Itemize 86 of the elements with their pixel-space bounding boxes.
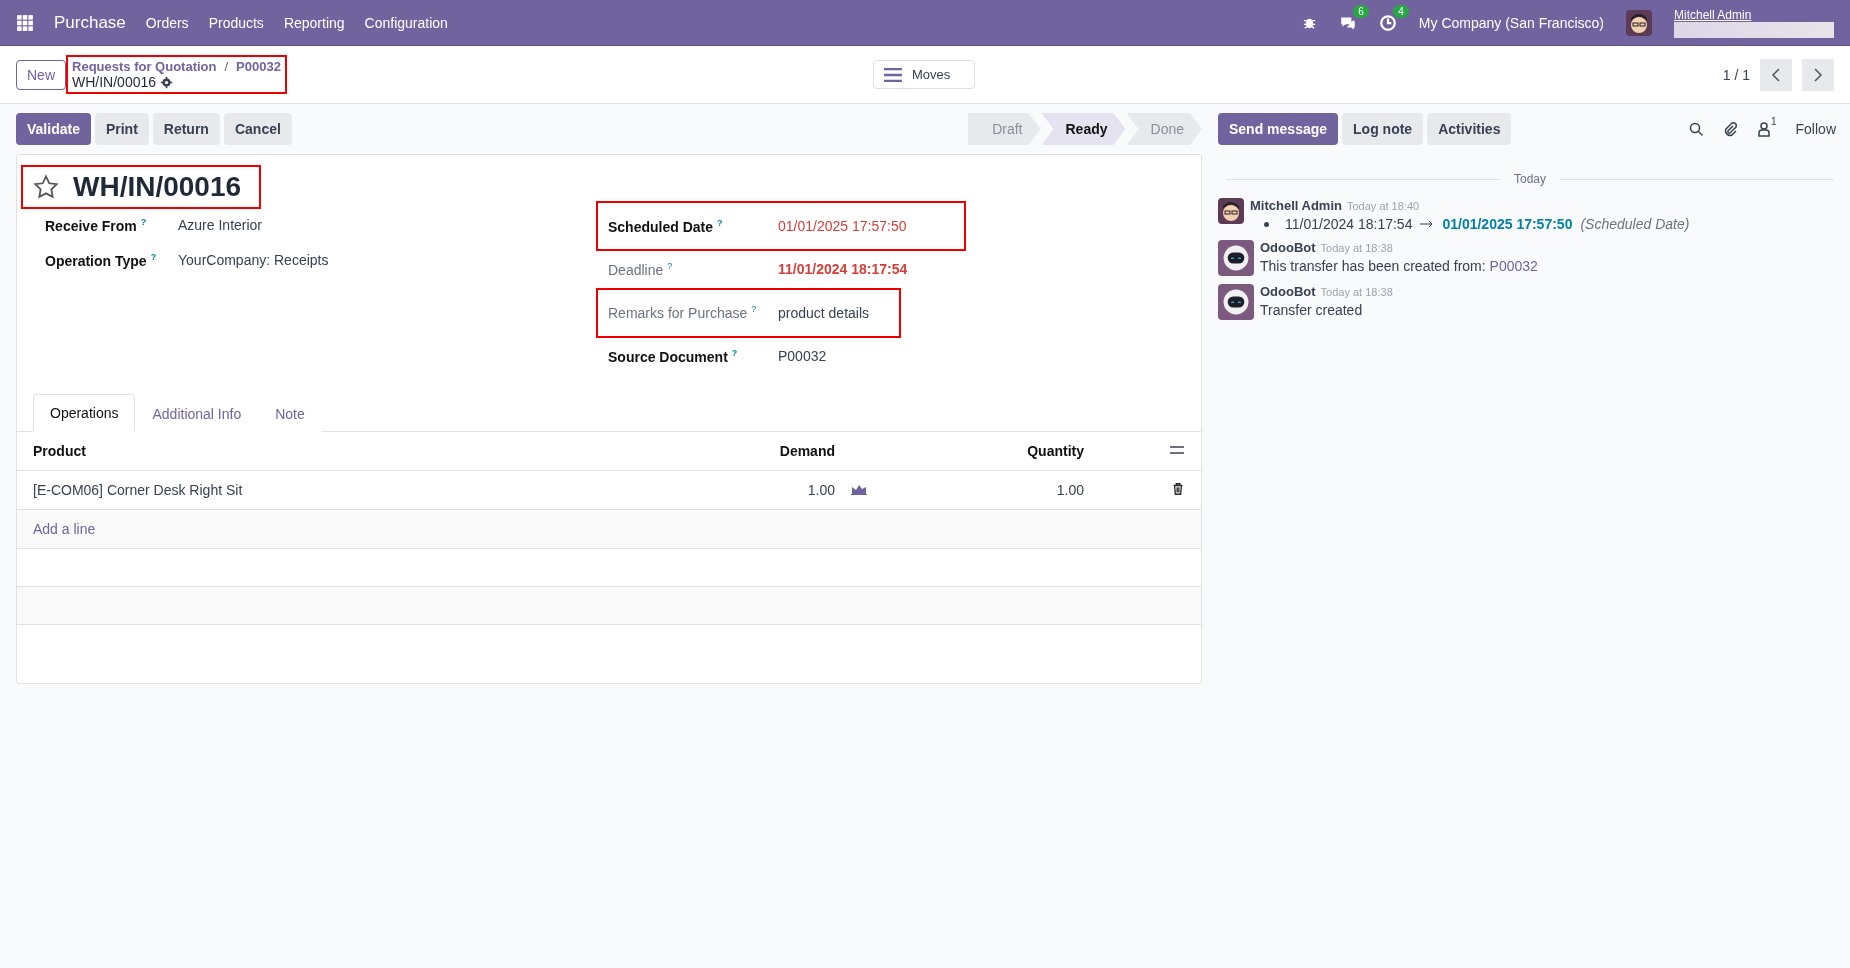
user-name[interactable]: Mitchell Admin bbox=[1674, 7, 1834, 22]
chevron-right-icon bbox=[1812, 67, 1824, 82]
message-text: This transfer has been created from: P00032 bbox=[1260, 258, 1538, 274]
record-name: WH/IN/00016 bbox=[72, 74, 157, 90]
action-button[interactable]: Validate bbox=[16, 113, 91, 145]
message-author: OdooBot bbox=[1260, 240, 1316, 255]
menu-item[interactable]: Products bbox=[208, 14, 264, 31]
record-title: WH/IN/00016 bbox=[73, 171, 242, 203]
follower-count: 1 bbox=[1769, 115, 1778, 128]
arrow-icon bbox=[1420, 220, 1435, 228]
help-mark[interactable]: ? bbox=[140, 217, 147, 227]
status-step[interactable]: Draft bbox=[968, 113, 1041, 145]
new-value: 01/01/2025 17:57:50 bbox=[1442, 216, 1573, 232]
field-label: Remarks for Purchase $^{?}$ bbox=[608, 304, 758, 321]
help-mark[interactable]: ? bbox=[717, 217, 723, 228]
menu-icon bbox=[884, 67, 902, 82]
follow-button[interactable]: Follow bbox=[1789, 120, 1842, 138]
chevron-left-icon bbox=[1770, 67, 1782, 82]
next-button[interactable] bbox=[1802, 58, 1834, 91]
breadcrumb-separator: / bbox=[224, 59, 229, 74]
robot-avatar-icon bbox=[1218, 240, 1254, 276]
avatar-icon bbox=[1218, 198, 1244, 224]
status-step[interactable]: Done bbox=[1126, 113, 1202, 145]
table-cell-text: [E-COM06] Corner Desk Right Sit bbox=[33, 482, 244, 499]
message-author: Mitchell Admin bbox=[1250, 198, 1342, 213]
bullet-icon bbox=[1264, 221, 1269, 227]
message-text: Transfer created bbox=[1260, 302, 1364, 318]
breadcrumb-link[interactable]: P00032 bbox=[236, 59, 281, 74]
action-button[interactable]: Cancel bbox=[223, 113, 292, 145]
avatar-icon bbox=[1626, 9, 1652, 36]
column-header: Quantity bbox=[1026, 443, 1084, 460]
chatter-button[interactable]: Activities bbox=[1427, 113, 1512, 145]
chatter-button[interactable]: Log note bbox=[1342, 113, 1424, 145]
field-value: YourCompany: Receipts bbox=[178, 251, 329, 268]
chatter-button[interactable]: Send message bbox=[1218, 113, 1339, 145]
action-button[interactable]: Return bbox=[152, 113, 220, 145]
moves-button[interactable]: Moves bbox=[873, 60, 976, 89]
menu-item[interactable]: Orders bbox=[145, 14, 189, 31]
field-label: Scheduled Date $^{?}$ bbox=[608, 217, 724, 235]
search-icon[interactable] bbox=[1687, 121, 1704, 137]
table-cell-text: 1.00 bbox=[1055, 482, 1084, 499]
breadcrumb-link[interactable]: Requests for Quotation bbox=[72, 59, 217, 74]
field-value: 01/01/2025 17:57:50 bbox=[778, 218, 907, 234]
app-name[interactable]: Purchase bbox=[54, 12, 126, 33]
field-label: Receive From $^{?}$ bbox=[45, 217, 148, 234]
new-button[interactable]: New bbox=[16, 59, 66, 90]
old-value: 11/01/2024 18:17:54 bbox=[1285, 216, 1413, 232]
help-mark[interactable]: ? bbox=[731, 347, 738, 358]
menu-item[interactable]: Reporting bbox=[283, 14, 345, 31]
notification-badge: 4 bbox=[1393, 4, 1409, 18]
message-author: OdooBot bbox=[1260, 284, 1316, 299]
person-icon[interactable] bbox=[1755, 121, 1772, 137]
status-step[interactable]: Ready bbox=[1041, 113, 1126, 145]
table-cell-text: 1.00 bbox=[806, 482, 835, 499]
help-mark[interactable]: ? bbox=[667, 261, 673, 271]
clock-icon[interactable] bbox=[1378, 13, 1397, 32]
menu-item[interactable]: Configuration bbox=[364, 14, 448, 31]
message-time: Today at 18:40 bbox=[1346, 200, 1420, 212]
date-separator: Today bbox=[1514, 172, 1546, 186]
trash-icon[interactable] bbox=[1171, 481, 1185, 496]
changed-field: (Scheduled Date) bbox=[1580, 216, 1690, 232]
previous-button[interactable] bbox=[1760, 58, 1792, 91]
record-link[interactable]: P00032 bbox=[1489, 258, 1538, 274]
message-time: Today at 18:38 bbox=[1320, 242, 1393, 254]
field-value: product details bbox=[778, 304, 870, 321]
form-tab[interactable]: Operations bbox=[33, 394, 136, 433]
field-label: Source Document $^{?}$ bbox=[608, 347, 739, 365]
field-label: Deadline $^{?}$ bbox=[608, 261, 674, 278]
gear-icon[interactable] bbox=[160, 75, 174, 89]
add-line-link[interactable]: Add a line bbox=[33, 521, 96, 538]
company-switcher[interactable]: My Company (San Francisco) bbox=[1418, 14, 1604, 31]
help-mark[interactable]: ? bbox=[751, 304, 757, 315]
robot-avatar-icon bbox=[1218, 284, 1254, 320]
column-header: Product bbox=[33, 443, 87, 460]
pager-value: 1 / 1 bbox=[1722, 66, 1750, 83]
message-time: Today at 18:38 bbox=[1320, 286, 1393, 298]
help-mark[interactable]: ? bbox=[150, 251, 157, 262]
field-value: P00032 bbox=[778, 347, 827, 364]
action-button[interactable]: Print bbox=[94, 113, 149, 145]
field-value: Azure Interior bbox=[178, 217, 263, 233]
apps-grid-icon[interactable] bbox=[16, 13, 34, 32]
star-icon[interactable] bbox=[33, 174, 59, 200]
field-value: 11/01/2024 18:17:54 bbox=[778, 261, 908, 277]
column-header: Demand bbox=[778, 443, 835, 460]
notification-badge: 6 bbox=[1353, 4, 1369, 18]
field-label: Operation Type $^{?}$ bbox=[45, 251, 158, 269]
